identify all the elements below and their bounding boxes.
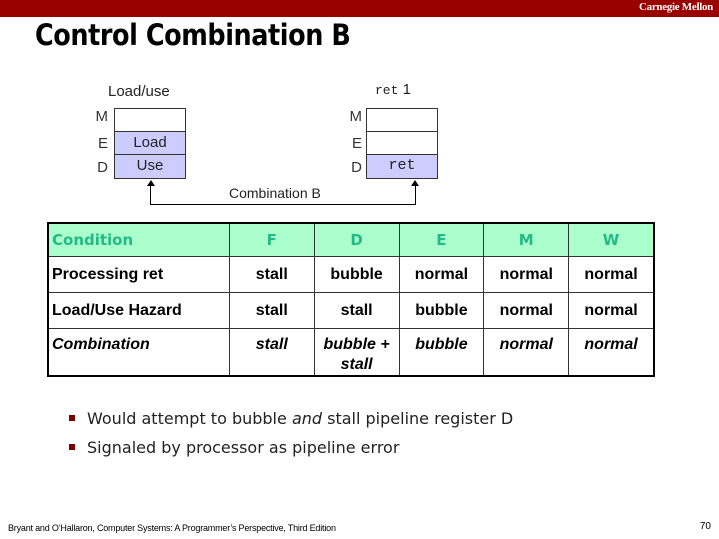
table-row: Load/Use Hazard stall stall bubble norma…	[47, 292, 655, 329]
stage-e-right: E	[351, 135, 362, 152]
bullet-square-icon	[69, 414, 75, 421]
ret-label-code: ret	[375, 83, 399, 98]
f-cell: stall	[228, 292, 315, 329]
m-cell: normal	[483, 328, 570, 377]
cell-e-left: Load	[115, 132, 185, 155]
bullet-text: Would attempt to bubble and stall pipeli…	[87, 409, 513, 428]
bullet-list: Would attempt to bubble and stall pipeli…	[69, 404, 513, 462]
table-header-row: Condition F D E M W	[47, 222, 655, 257]
bullet-item: Signaled by processor as pipeline error	[69, 433, 513, 462]
table-row: Processing ret stall bubble normal norma…	[47, 256, 655, 293]
e-cell: normal	[398, 256, 485, 293]
condition-cell: Load/Use Hazard	[47, 292, 230, 329]
header-d: D	[313, 222, 400, 257]
footer-citation: Bryant and O’Hallaron, Computer Systems:…	[8, 523, 336, 533]
brand-name: Carnegie Mellon	[638, 1, 713, 13]
condition-cell: Combination	[47, 328, 230, 377]
e-cell: bubble	[398, 292, 485, 329]
d-cell: stall	[313, 292, 400, 329]
bullet-text-post: stall pipeline register D	[322, 409, 514, 428]
header-m: M	[483, 222, 570, 257]
f-cell: stall	[228, 256, 315, 293]
stage-d-left: D	[97, 159, 108, 176]
page-number: 70	[699, 521, 711, 532]
w-cell: normal	[568, 256, 655, 293]
d-cell: bubble	[313, 256, 400, 293]
m-cell: normal	[483, 292, 570, 329]
stage-e-left: E	[97, 135, 108, 152]
header-condition: Condition	[47, 222, 230, 257]
slide-title: Control Combination B	[35, 18, 351, 52]
bullet-text: Signaled by processor as pipeline error	[87, 438, 400, 457]
stage-m-left: M	[95, 108, 109, 125]
bullet-item: Would attempt to bubble and stall pipeli…	[69, 404, 513, 433]
stage-d-right: D	[351, 159, 362, 176]
ret-label-num: 1	[402, 81, 411, 98]
w-cell: normal	[568, 292, 655, 329]
e-cell: bubble	[398, 328, 485, 377]
control-table: Condition F D E M W Processing ret stall…	[47, 222, 655, 377]
ret-pipeline-box: ret	[366, 108, 438, 179]
bullet-text-pre: Would attempt to bubble	[87, 409, 292, 428]
load-use-label: Load/use	[108, 83, 170, 100]
d-cell: bubble + stall	[313, 328, 400, 377]
load-use-pipeline-box: Load Use	[114, 108, 186, 179]
f-cell: stall	[228, 328, 315, 377]
bullet-square-icon	[69, 443, 75, 450]
stage-m-right: M	[349, 108, 363, 125]
cell-d-left: Use	[115, 155, 185, 178]
cell-m-left	[115, 109, 185, 132]
cell-e-right	[367, 132, 437, 155]
condition-cell: Processing ret	[47, 256, 230, 293]
table-row: Combination stall bubble + stall bubble …	[47, 328, 655, 377]
cell-m-right	[367, 109, 437, 132]
arrow-up-icon	[147, 180, 155, 186]
bullet-text-emphasis: and	[291, 409, 323, 428]
m-cell: normal	[483, 256, 570, 293]
brand-bar: Carnegie Mellon	[0, 0, 719, 17]
header-w: W	[568, 222, 655, 257]
ret-label: ret 1	[375, 81, 411, 98]
cell-d-right: ret	[367, 155, 437, 178]
combination-label: Combination B	[229, 185, 321, 201]
arrow-up-icon	[411, 180, 419, 186]
header-f: F	[228, 222, 315, 257]
header-e: E	[398, 222, 485, 257]
w-cell: normal	[568, 328, 655, 377]
